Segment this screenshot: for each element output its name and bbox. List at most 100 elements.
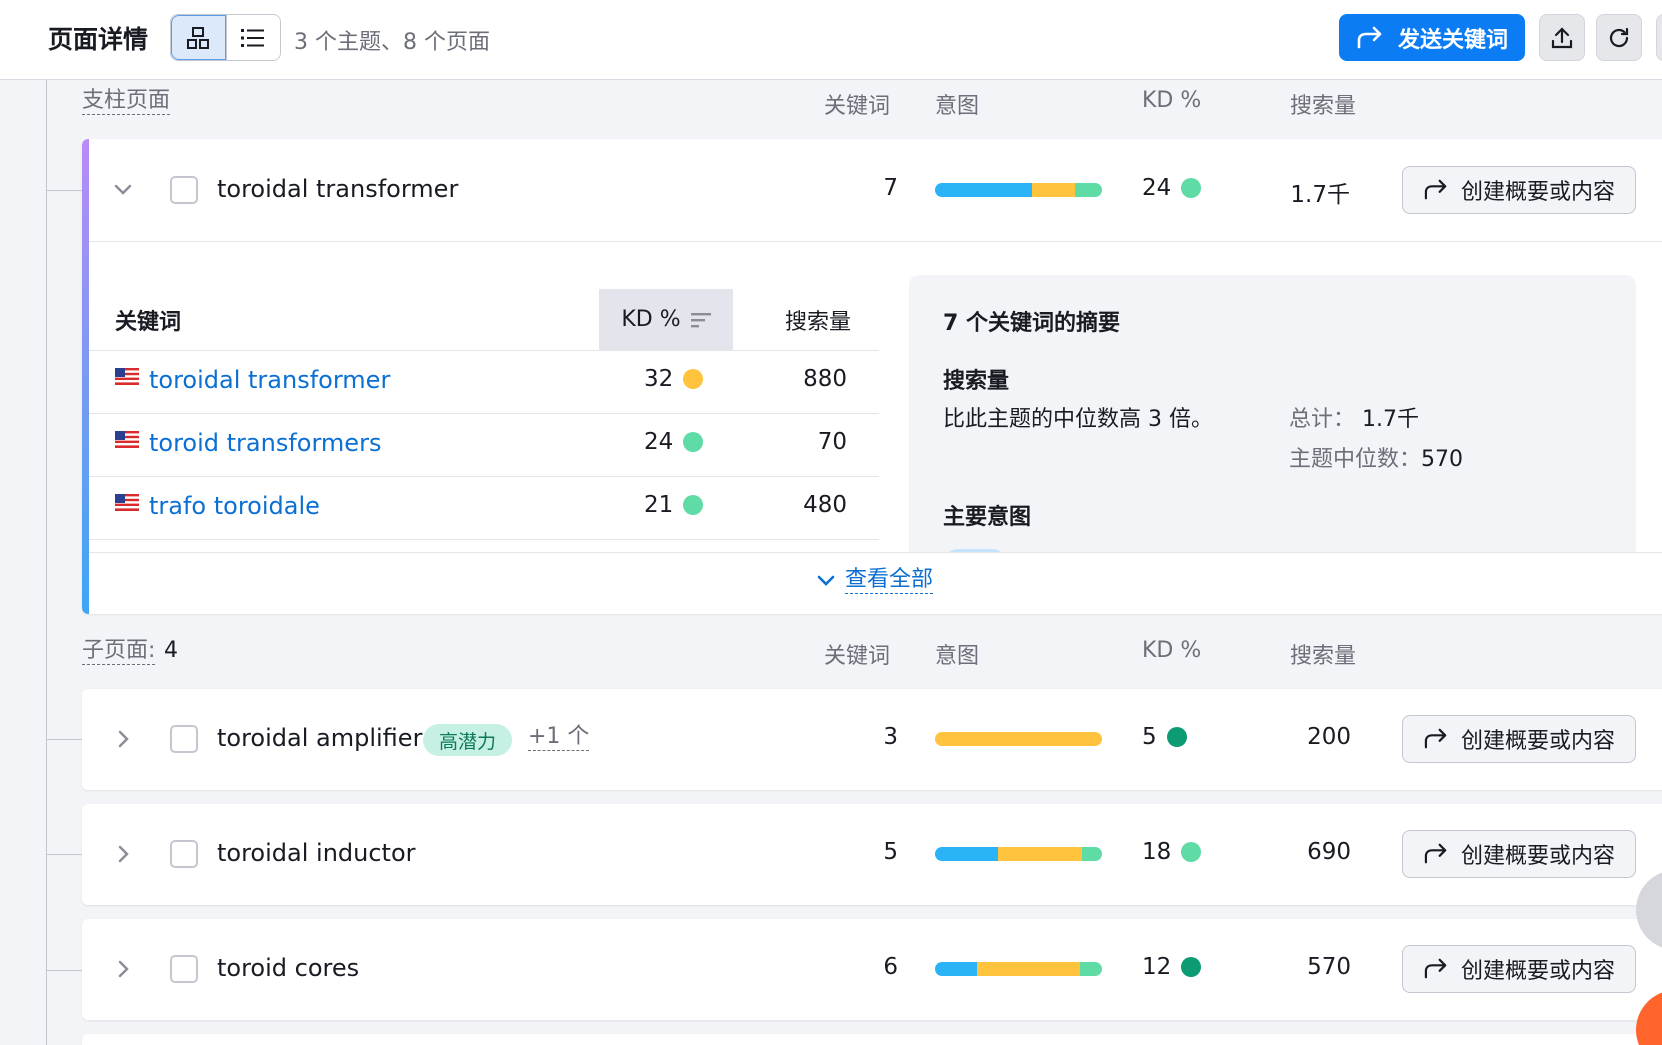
keyword-kd: 24 <box>644 429 704 455</box>
col-keywords: 关键词 <box>824 94 891 119</box>
kd-dot <box>683 495 704 515</box>
us-flag-icon <box>115 494 139 511</box>
volume-value: 570 <box>1307 954 1351 980</box>
child-topic-row[interactable]: toroid cores 6 12 570 创建概要或内容 <box>82 919 1662 1020</box>
table-row: trafo toroidale 21 480 <box>89 476 879 539</box>
volume-value: 690 <box>1307 839 1351 865</box>
pillar-pages-label[interactable]: 支柱页面 <box>82 88 171 116</box>
topic-checkbox[interactable] <box>170 955 198 983</box>
volume-median: 主题中位数：570 <box>1289 441 1463 473</box>
kd-number: 5 <box>1142 724 1157 750</box>
more-topics-link[interactable]: +1 个 <box>528 724 590 752</box>
create-brief-button[interactable]: 创建概要或内容 <box>1402 830 1636 878</box>
keyword-count: 5 <box>883 839 898 865</box>
tree-branch <box>46 854 82 855</box>
col-kd: KD % <box>1142 638 1202 663</box>
kd-number: 18 <box>1142 839 1172 865</box>
intent-segment <box>1031 183 1076 197</box>
table-header-kd[interactable]: KD % <box>599 289 733 350</box>
create-brief-label: 创建概要或内容 <box>1460 844 1615 869</box>
chevron-down-icon[interactable] <box>112 179 134 201</box>
kd-value: 18 <box>1142 839 1202 865</box>
intent-segment <box>976 962 1081 976</box>
create-brief-button[interactable]: 创建概要或内容 <box>1402 166 1636 214</box>
kd-value: 5 <box>1142 724 1187 750</box>
intent-heading: 主要意图 <box>943 505 1032 530</box>
child-topic-row[interactable] <box>82 1034 1662 1045</box>
col-intent: 意图 <box>935 94 980 119</box>
view-all-label: 查看全部 <box>845 567 934 595</box>
export-button[interactable] <box>1539 14 1585 61</box>
refresh-button[interactable] <box>1596 14 1642 61</box>
page-header: 页面详情 3 个主题、8 个页面 发送关键词 <box>0 0 1662 80</box>
volume-total: 总计： 1.7千 <box>1289 401 1419 433</box>
topic-name: toroidal amplifier <box>217 724 423 752</box>
median-label: 主题中位数： <box>1289 447 1422 472</box>
kd-header-label: KD % <box>621 307 681 332</box>
intent-bar <box>935 732 1102 746</box>
kd-number: 24 <box>1142 175 1172 201</box>
col-volume: 搜索量 <box>1290 94 1357 119</box>
kd-dot <box>1181 957 1202 977</box>
grid-view-icon <box>187 26 210 49</box>
kd-number: 32 <box>644 366 674 392</box>
view-all-link[interactable]: 查看全部 <box>817 567 934 595</box>
total-label: 总计： <box>1289 407 1356 432</box>
volume-value: 200 <box>1307 724 1351 750</box>
grid-view-button[interactable] <box>171 15 226 60</box>
table-row: toroidal transformer 32 880 <box>89 350 879 413</box>
keyword-count: 7 <box>883 175 898 201</box>
keyword-link[interactable]: toroidal transformer <box>149 366 390 394</box>
intent-segment <box>1075 183 1102 197</box>
keyword-kd: 21 <box>644 492 704 518</box>
child-topic-row[interactable]: toroidal amplifier 高潜力 +1 个 3 5 200 创建概要… <box>82 689 1662 790</box>
intent-segment <box>1081 847 1102 861</box>
chevron-right-icon[interactable] <box>112 843 134 865</box>
topic-page-summary: 3 个主题、8 个页面 <box>294 30 490 55</box>
child-topic-row[interactable]: toroidal inductor 5 18 690 创建概要或内容 <box>82 804 1662 905</box>
keyword-kd: 32 <box>644 366 704 392</box>
summary-title: 7 个关键词的摘要 <box>943 311 1120 336</box>
page-title: 页面详情 <box>48 25 149 54</box>
child-pages-label[interactable]: 子页面: <box>82 638 156 666</box>
keyword-volume: 70 <box>817 429 847 455</box>
pillar-topic-card: toroidal transformer 7 24 1.7千 创建概要或内容 关… <box>82 139 1662 614</box>
keyword-link[interactable]: toroid transformers <box>149 429 381 457</box>
child-pages-count: 4 <box>164 638 178 663</box>
create-brief-button[interactable]: 创建概要或内容 <box>1402 945 1636 993</box>
send-keywords-button[interactable]: 发送关键词 <box>1339 14 1525 61</box>
topic-name: toroidal inductor <box>217 839 416 867</box>
intent-bar <box>935 847 1102 861</box>
kd-dot <box>1181 842 1202 862</box>
keyword-volume: 880 <box>803 366 847 392</box>
kd-dot <box>683 369 704 389</box>
keyword-link[interactable]: trafo toroidale <box>149 492 320 520</box>
topic-checkbox[interactable] <box>170 840 198 868</box>
intent-segment <box>935 732 1102 746</box>
create-brief-label: 创建概要或内容 <box>1460 729 1615 754</box>
keyword-volume: 480 <box>803 492 847 518</box>
table-header-keyword: 关键词 <box>115 309 182 335</box>
create-brief-button[interactable]: 创建概要或内容 <box>1402 715 1636 763</box>
edge-button[interactable] <box>1656 14 1662 61</box>
kd-number: 21 <box>644 492 674 518</box>
intent-bar <box>935 962 1102 976</box>
keyword-count: 6 <box>883 954 898 980</box>
col-volume: 搜索量 <box>1290 644 1357 669</box>
chevron-right-icon[interactable] <box>112 958 134 980</box>
median-value: 570 <box>1421 447 1464 472</box>
volume-comparison: 比此主题的中位数高 3 倍。 <box>943 407 1213 432</box>
divider <box>89 241 1662 242</box>
topic-checkbox[interactable] <box>170 725 198 753</box>
list-view-button[interactable] <box>225 15 280 60</box>
share-arrow-icon <box>1357 26 1382 48</box>
col-intent: 意图 <box>935 644 980 669</box>
intent-bar <box>935 183 1102 197</box>
kd-number: 12 <box>1142 954 1172 980</box>
chevron-down-icon <box>817 575 835 586</box>
intent-segment <box>935 962 977 976</box>
topic-checkbox[interactable] <box>170 176 198 204</box>
chevron-right-icon[interactable] <box>112 728 134 750</box>
create-brief-label: 创建概要或内容 <box>1460 959 1615 984</box>
volume-value: 1.7千 <box>1290 182 1350 208</box>
